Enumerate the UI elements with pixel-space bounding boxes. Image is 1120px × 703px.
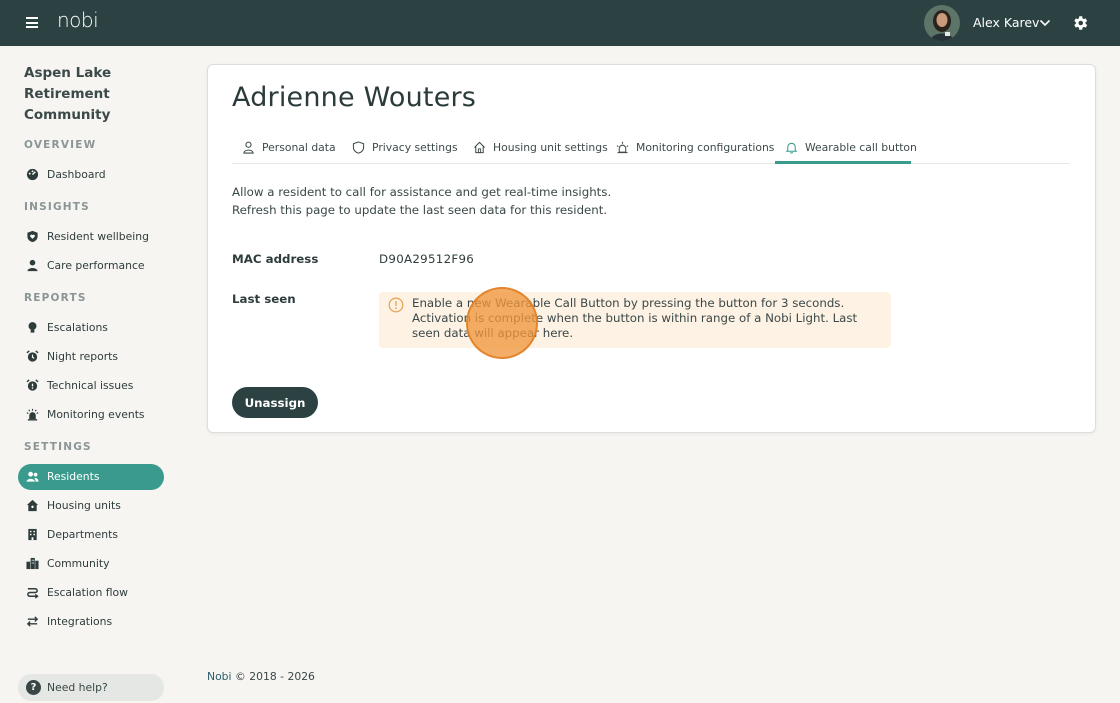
tab-personal-data[interactable]: Personal data (232, 133, 338, 164)
sidebar-item-label: Dashboard (47, 168, 106, 181)
sidebar-item-label: Technical issues (47, 379, 134, 392)
section-settings: SETTINGS (24, 441, 92, 453)
caregiver-icon (27, 259, 38, 272)
section-reports: REPORTS (24, 292, 87, 304)
chevron-down-icon[interactable] (1039, 17, 1051, 29)
sidebar-item-label: Night reports (47, 350, 119, 363)
resident-card: Adrienne Wouters Personal data Privacy s… (207, 64, 1096, 433)
dashboard-icon (26, 168, 39, 181)
sidebar-item-escalations[interactable]: Escalations (18, 315, 164, 341)
lightbulb-icon (28, 322, 37, 333)
home-icon (26, 499, 39, 512)
intro-line-2: Refresh this page to update the last see… (232, 203, 608, 217)
question-icon: ? (26, 680, 41, 695)
footer-brand-link[interactable]: Nobi (207, 670, 232, 683)
building-icon (28, 528, 37, 541)
last-seen-alert: Enable a new Wearable Call Button by pre… (379, 292, 891, 348)
city-icon (26, 557, 39, 570)
sidebar-item-label: Resident wellbeing (47, 230, 149, 243)
siren-icon (616, 141, 629, 154)
user-name[interactable]: Alex Karev (973, 15, 1039, 30)
siren-icon (26, 408, 39, 421)
tab-monitoring-configurations[interactable]: Monitoring configurations (606, 133, 774, 164)
need-help-label: Need help? (47, 681, 108, 694)
footer-copyright: © 2018 - 2026 (234, 670, 315, 683)
shield-icon (352, 141, 365, 154)
intro-text: Allow a resident to call for assistance … (232, 183, 611, 219)
footer: Nobi © 2018 - 2026 (207, 670, 315, 683)
section-insights: INSIGHTS (24, 201, 90, 213)
sidebar-item-residents[interactable]: Residents (18, 464, 164, 490)
intro-line-1: Allow a resident to call for assistance … (232, 185, 612, 199)
unassign-button[interactable]: Unassign (232, 387, 318, 418)
users-icon (26, 471, 39, 482)
sidebar-item-label: Residents (47, 470, 100, 483)
sidebar-item-label: Escalation flow (47, 586, 128, 599)
sidebar-item-label: Monitoring events (47, 408, 145, 421)
section-overview: OVERVIEW (24, 139, 97, 151)
avatar[interactable] (924, 5, 960, 41)
sidebar-item-label: Housing units (47, 499, 121, 512)
sidebar-item-departments[interactable]: Departments (18, 522, 164, 548)
bell-icon (785, 142, 798, 154)
sidebar-item-community[interactable]: Community (18, 551, 164, 577)
last-seen-label: Last seen (232, 292, 296, 306)
sidebar-item-integrations[interactable]: Integrations (18, 609, 164, 635)
tab-wearable-call-button[interactable]: Wearable call button (775, 133, 917, 164)
sidebar: Aspen Lake Retirement Community OVERVIEW… (0, 46, 180, 703)
gear-icon[interactable] (1071, 14, 1089, 32)
sidebar-item-resident-wellbeing[interactable]: Resident wellbeing (18, 224, 164, 250)
page-title: Adrienne Wouters (232, 82, 477, 113)
sidebar-item-label: Community (47, 557, 110, 570)
person-icon (243, 141, 254, 154)
tab-bar: Personal data Privacy settings Housing u… (232, 133, 1070, 164)
sidebar-item-label: Integrations (47, 615, 113, 628)
mac-address-value: D90A29512F96 (379, 252, 475, 266)
tab-privacy-settings[interactable]: Privacy settings (342, 133, 458, 164)
nobi-logo[interactable]: nobi (57, 8, 99, 32)
sidebar-item-label: Departments (47, 528, 118, 541)
hamburger-icon[interactable] (26, 17, 38, 28)
sidebar-item-label: Care performance (47, 259, 145, 272)
tab-housing-unit-settings[interactable]: Housing unit settings (463, 133, 608, 164)
mac-address-label: MAC address (232, 252, 319, 266)
need-help-button[interactable]: ? Need help? (18, 674, 164, 701)
warning-circle-icon (388, 297, 404, 313)
sidebar-item-escalation-flow[interactable]: Escalation flow (18, 580, 164, 606)
sidebar-item-technical-issues[interactable]: Technical issues (18, 373, 164, 399)
sidebar-item-night-reports[interactable]: Night reports (18, 344, 164, 370)
home-icon (474, 141, 485, 154)
shield-heart-icon (27, 230, 38, 243)
alarm-clock-icon (26, 350, 39, 362)
sidebar-item-dashboard[interactable]: Dashboard (18, 162, 164, 188)
sidebar-item-label: Escalations (47, 321, 108, 334)
sidebar-item-housing-units[interactable]: Housing units (18, 493, 164, 519)
alarm-clock-icon (26, 379, 39, 391)
top-bar: nobi Alex Karev (0, 0, 1120, 46)
sidebar-item-care-performance[interactable]: Care performance (18, 253, 164, 279)
community-name: Aspen Lake Retirement Community (24, 65, 112, 123)
flow-icon (27, 588, 39, 599)
sidebar-item-monitoring-events[interactable]: Monitoring events (18, 402, 164, 428)
alert-text: Enable a new Wearable Call Button by pre… (412, 296, 858, 341)
swap-arrows-icon (26, 616, 39, 627)
